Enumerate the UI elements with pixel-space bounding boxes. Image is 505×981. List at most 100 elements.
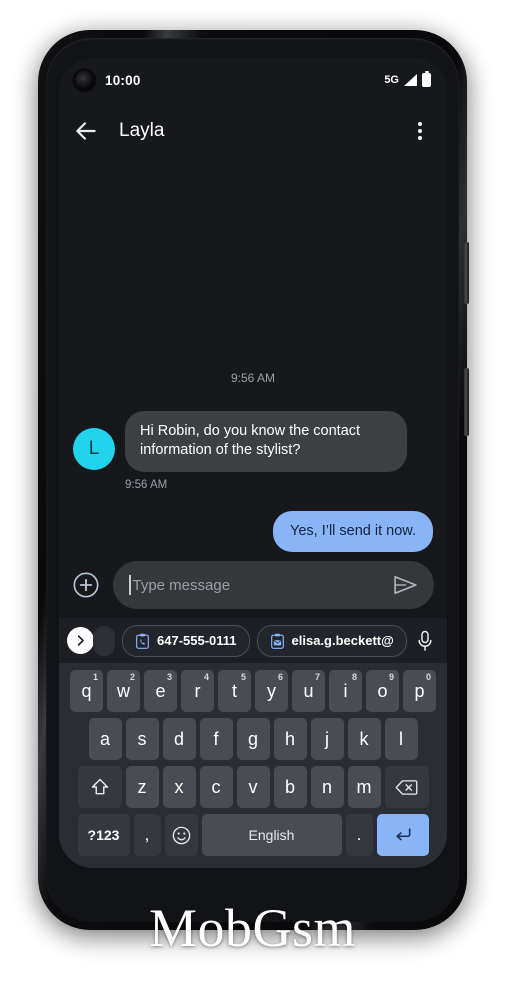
- message-row-incoming: L Hi Robin, do you know the contact info…: [73, 410, 433, 472]
- key-a[interactable]: a: [88, 718, 122, 760]
- suggestion-chip-email[interactable]: elisa.g.beckett@: [256, 624, 407, 657]
- keyboard-row-2: a s d f g h j k l: [62, 718, 444, 760]
- clipboard-phone-icon: [136, 633, 149, 649]
- key-e[interactable]: 3e: [144, 670, 177, 712]
- key-superscript: 5: [240, 672, 246, 682]
- outgoing-message-bubble[interactable]: Yes, I’ll send it now.: [272, 510, 433, 552]
- menu-dot: [418, 136, 422, 140]
- signal-bars-icon: [404, 74, 417, 86]
- plus-circle-icon[interactable]: [72, 571, 100, 599]
- key-r[interactable]: 4r: [181, 670, 214, 712]
- key-h[interactable]: h: [273, 718, 307, 760]
- key-superscript: 0: [425, 672, 431, 682]
- battery-full-icon: [422, 70, 431, 87]
- key-label: w: [117, 680, 130, 701]
- comma-key[interactable]: ,: [133, 814, 161, 856]
- keyboard-row-4: ?123 , English .: [62, 814, 444, 856]
- microphone-icon[interactable]: [416, 630, 434, 652]
- key-p[interactable]: 0p: [403, 670, 436, 712]
- key-label: e: [155, 680, 166, 701]
- incoming-message-timestamp: 9:56 AM: [125, 478, 168, 491]
- key-superscript: 1: [92, 672, 98, 682]
- key-y[interactable]: 6y: [255, 670, 288, 712]
- menu-dot: [418, 129, 422, 133]
- volume-button[interactable]: [464, 368, 469, 436]
- message-input[interactable]: Type message: [113, 561, 434, 609]
- smart-suggestion-bar: 647-555-0111 elisa.g.beckett@: [59, 618, 447, 663]
- key-superscript: 4: [203, 672, 209, 682]
- shift-key[interactable]: [77, 766, 122, 808]
- send-icon[interactable]: [392, 573, 420, 597]
- key-j[interactable]: j: [310, 718, 344, 760]
- symbols-key[interactable]: ?123: [77, 814, 130, 856]
- key-m[interactable]: m: [347, 766, 381, 808]
- key-superscript: 9: [388, 672, 394, 682]
- suggestion-chip-partial[interactable]: [93, 625, 115, 656]
- backspace-icon: [395, 779, 418, 795]
- key-superscript: 8: [351, 672, 357, 682]
- back-arrow-icon[interactable]: [73, 118, 99, 144]
- key-v[interactable]: v: [236, 766, 270, 808]
- keyboard-row-3: z x c v b n m: [62, 766, 444, 808]
- key-g[interactable]: g: [236, 718, 270, 760]
- key-label: i: [343, 680, 348, 701]
- key-w[interactable]: 2w: [107, 670, 140, 712]
- enter-return-icon: [395, 828, 410, 841]
- key-l[interactable]: l: [384, 718, 418, 760]
- status-bar-indicators: 5G: [384, 70, 431, 87]
- shift-icon: [91, 778, 108, 795]
- phone-screen: 10:00 5G Layla 9:56 AM L Hi Robin, do yo…: [59, 58, 447, 868]
- conversation-timestamp-divider: 9:56 AM: [230, 370, 276, 385]
- incoming-message-bubble[interactable]: Hi Robin, do you know the contact inform…: [125, 410, 407, 472]
- key-t[interactable]: 5t: [218, 670, 251, 712]
- key-z[interactable]: z: [125, 766, 159, 808]
- key-b[interactable]: b: [273, 766, 307, 808]
- chevron-right-glyph: [77, 635, 84, 646]
- key-label: o: [377, 680, 388, 701]
- compose-bar: Type message: [59, 552, 447, 618]
- key-q[interactable]: 1q: [70, 670, 103, 712]
- chevron-right-icon[interactable]: [67, 627, 94, 654]
- watermark: MobGsm: [148, 898, 357, 958]
- key-k[interactable]: k: [347, 718, 381, 760]
- punch-hole-camera-icon: [75, 70, 94, 90]
- conversation-thread: 9:56 AM L Hi Robin, do you know the cont…: [59, 160, 447, 552]
- backspace-key[interactable]: [384, 766, 429, 808]
- key-label: t: [231, 680, 237, 701]
- message-input-placeholder: Type message: [132, 576, 231, 594]
- keyboard-row-1: 1q 2w 3e 4r 5t 6y 7u 8i 9o 0p: [62, 670, 444, 712]
- clipboard-email-icon: [270, 633, 284, 649]
- status-time: 10:00: [105, 72, 141, 88]
- avatar: L: [73, 427, 115, 470]
- text-cursor: [129, 575, 131, 595]
- key-o[interactable]: 9o: [366, 670, 399, 712]
- key-c[interactable]: c: [199, 766, 233, 808]
- network-type-label: 5G: [384, 74, 399, 86]
- key-n[interactable]: n: [310, 766, 344, 808]
- key-s[interactable]: s: [125, 718, 159, 760]
- key-d[interactable]: d: [162, 718, 196, 760]
- key-label: r: [194, 680, 201, 701]
- app-bar: Layla: [59, 102, 447, 160]
- status-bar: 10:00 5G: [59, 58, 447, 102]
- key-superscript: 6: [277, 672, 283, 682]
- period-key[interactable]: .: [345, 814, 373, 856]
- suggestion-chip-email-label: elisa.g.beckett@: [291, 633, 394, 648]
- suggestion-chip-phone-label: 647-555-0111: [157, 633, 237, 648]
- key-superscript: 3: [166, 672, 172, 682]
- space-key[interactable]: English: [201, 814, 342, 856]
- enter-key[interactable]: [376, 814, 429, 856]
- key-u[interactable]: 7u: [292, 670, 325, 712]
- power-button[interactable]: [464, 242, 469, 304]
- suggestion-chip-phone[interactable]: 647-555-0111: [122, 624, 250, 657]
- key-label: q: [81, 680, 92, 701]
- emoji-key[interactable]: [164, 814, 198, 856]
- key-superscript: 7: [314, 672, 320, 682]
- chat-title: Layla: [119, 120, 165, 141]
- key-x[interactable]: x: [162, 766, 196, 808]
- key-f[interactable]: f: [199, 718, 233, 760]
- key-i[interactable]: 8i: [329, 670, 362, 712]
- menu-dot: [418, 122, 422, 126]
- key-label: p: [414, 680, 425, 701]
- more-vertical-icon[interactable]: [407, 118, 433, 144]
